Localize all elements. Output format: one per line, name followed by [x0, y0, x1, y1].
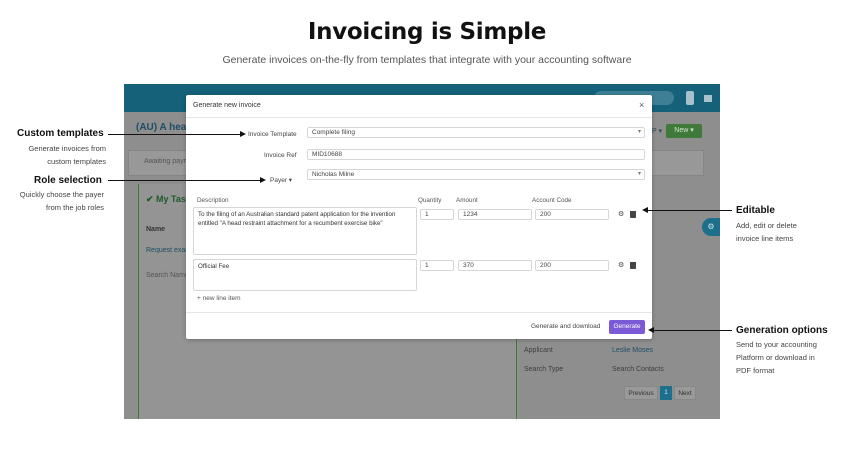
annotation-role-selection-text: Quickly choose the payer from the job ro… [6, 188, 104, 214]
gear-icon[interactable]: ⚙ [618, 210, 624, 218]
generate-invoice-modal: Generate new invoice × Invoice Template … [186, 95, 652, 339]
annotation-custom-templates-title: Custom templates [17, 128, 104, 139]
app-awaiting-text: Awaiting paym [144, 158, 190, 165]
app-request-link: Request exan [146, 247, 190, 254]
chevron-down-icon: ▾ [637, 171, 641, 177]
arrow-right-icon [260, 177, 266, 183]
modal-footer-divider [186, 312, 652, 313]
app-next-button: Next [674, 386, 696, 400]
app-page-button: 1 [660, 386, 672, 400]
generate-button[interactable]: Generate [609, 320, 645, 334]
app-applicant-value: Leslie Moses [612, 347, 653, 354]
invoice-template-value: Complete filing [312, 129, 355, 136]
payer-value: Nicholas Milne [312, 171, 355, 178]
annotation-line: Send to your accounting [736, 340, 817, 349]
hero-subtitle: Generate invoices on-the-fly from templa… [222, 54, 632, 66]
annotation-generation-options-text: Send to your accounting Platform or down… [736, 338, 817, 377]
invoice-ref-label: Invoice Ref [264, 152, 297, 159]
app-name-column: Name [146, 226, 166, 233]
annotation-line: custom templates [47, 157, 106, 166]
annotation-editable-text: Add, edit or delete invoice line items [736, 219, 797, 245]
annotation-line: Platform or download in [736, 353, 815, 362]
line-item-quantity-input[interactable]: 1 [420, 209, 454, 220]
arrow-right-icon [240, 131, 246, 137]
invoice-template-select[interactable]: Complete filing ▾ [307, 127, 645, 138]
annotation-role-selection-title: Role selection [34, 175, 102, 186]
app-p-menu: P ▾ [652, 128, 663, 135]
page: Invoicing is Simple Generate invoices on… [0, 0, 854, 475]
app-search-contacts: Search Contacts [612, 366, 664, 373]
line-item-amount-input[interactable]: 1234 [458, 209, 532, 220]
line-item-quantity-input[interactable]: 1 [420, 260, 454, 271]
payer-dropdown[interactable]: Payer ▾ [270, 176, 292, 184]
invoice-template-label: Invoice Template [248, 131, 297, 138]
invoice-ref-value: MID10688 [312, 151, 342, 158]
annotation-generation-options-title: Generation options [736, 325, 828, 336]
annotation-connector [108, 134, 240, 135]
annotation-connector [108, 180, 260, 181]
user-icon [686, 91, 694, 105]
app-new-button: New ▾ [666, 124, 702, 138]
payer-select[interactable]: Nicholas Milne ▾ [307, 169, 645, 180]
annotation-line: invoice line items [736, 234, 794, 243]
app-search-type-label: Search Type [524, 366, 564, 373]
col-amount: Amount [456, 197, 478, 204]
close-icon[interactable]: × [639, 101, 644, 110]
annotation-line: Generate invoices from [28, 144, 106, 153]
app-my-tasks-heading: ✔ My Task [146, 194, 191, 204]
annotation-line: Add, edit or delete [736, 221, 797, 230]
col-account-code: Account Code [532, 197, 572, 204]
annotation-line: PDF format [736, 366, 775, 375]
annotation-editable-title: Editable [736, 205, 775, 216]
modal-title: Generate new invoice [193, 102, 261, 109]
hero-title: Invoicing is Simple [307, 19, 547, 45]
line-item-amount-input[interactable]: 370 [458, 260, 532, 271]
chevron-down-icon: ▾ [637, 129, 641, 135]
line-item-account-code-input[interactable]: 200 [535, 260, 609, 271]
new-line-item-link[interactable]: + new line item [197, 295, 241, 302]
annotation-line: from the job roles [46, 203, 104, 212]
annotation-connector [648, 210, 732, 211]
annotation-connector [654, 330, 732, 331]
app-search-name: Search Name [146, 272, 189, 279]
line-item-description-input[interactable]: Official Fee [193, 259, 417, 291]
menu-icon [704, 95, 712, 102]
generate-and-download-button[interactable]: Generate and download [531, 323, 600, 330]
col-description: Description [197, 197, 229, 204]
invoice-ref-input[interactable]: MID10688 [307, 149, 645, 160]
line-item-description-input[interactable]: To the filing of an Australian standard … [193, 207, 417, 255]
app-applicant-label: Applicant [524, 347, 553, 354]
col-quantity: Quantity [418, 197, 442, 204]
annotation-custom-templates-text: Generate invoices from custom templates [26, 142, 106, 168]
app-prev-button: Previous [624, 386, 658, 400]
settings-gear-icon: ⚙ [702, 218, 720, 236]
gear-icon[interactable]: ⚙ [618, 261, 624, 269]
trash-icon[interactable] [630, 262, 636, 269]
annotation-line: Quickly choose the payer [19, 190, 104, 199]
trash-icon[interactable] [630, 211, 636, 218]
modal-header-divider [186, 117, 652, 118]
line-item-account-code-input[interactable]: 200 [535, 209, 609, 220]
